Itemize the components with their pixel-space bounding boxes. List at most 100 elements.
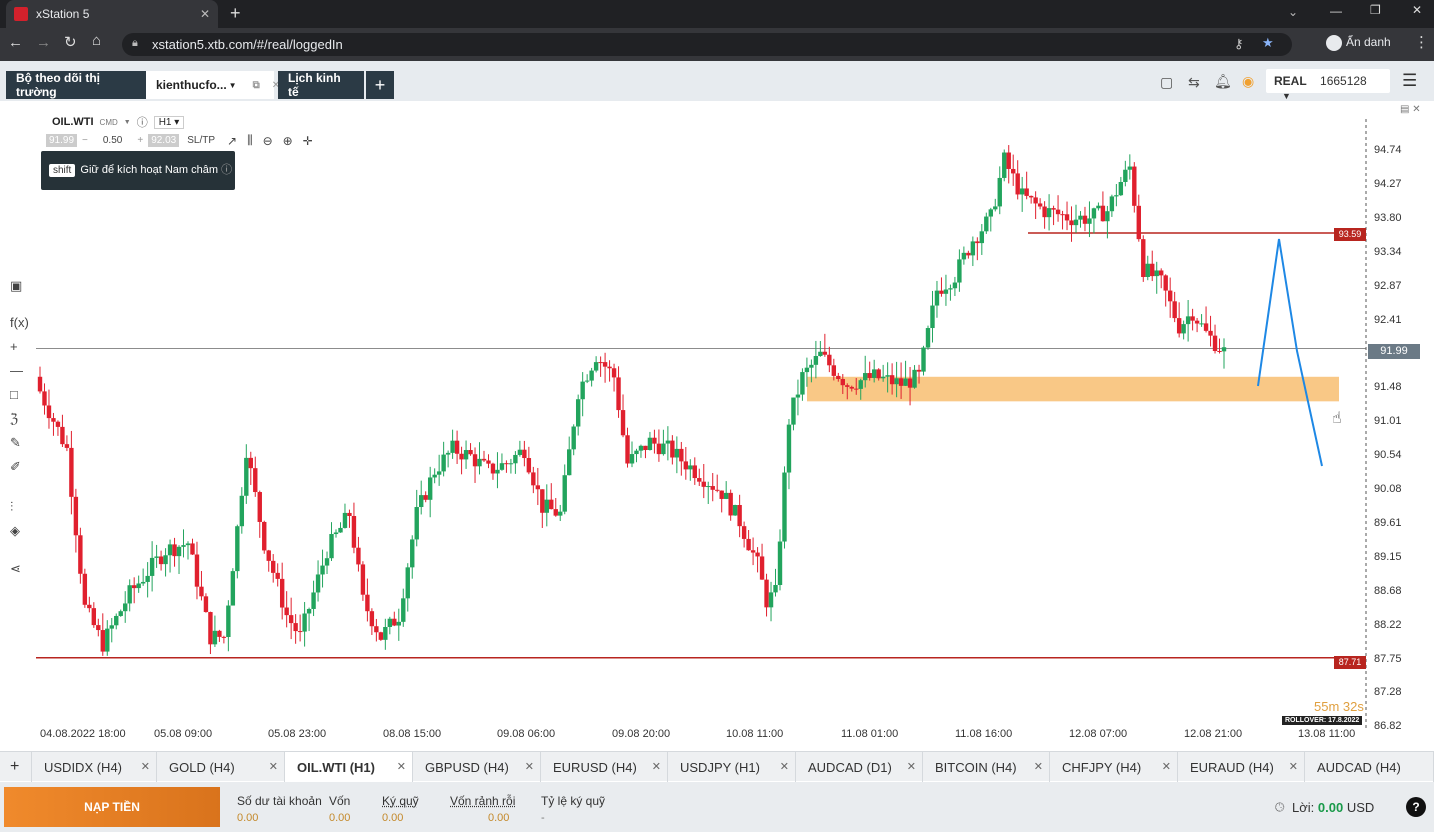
instrument-tab[interactable]: GOLD (H4) ✕ [157, 752, 285, 782]
home-icon[interactable]: ⌂ [92, 32, 101, 49]
timeframe-value: H1 [158, 116, 172, 128]
profile-chip[interactable]: Ẩn danh [1326, 35, 1391, 51]
add-tab-button[interactable]: + [366, 71, 394, 99]
close-tab-icon[interactable]: ✕ [141, 760, 150, 773]
close-tab-icon[interactable]: ✕ [1289, 760, 1298, 773]
candle-body [1114, 195, 1119, 197]
crosshair-icon[interactable]: ✛ [303, 134, 313, 148]
popout-icon[interactable]: ⧉ [253, 80, 260, 91]
forward-icon[interactable]: → [36, 34, 51, 51]
layout-icon[interactable]: ▢ [1160, 74, 1173, 91]
account-selector[interactable]: REAL 1665128 ▼ [1266, 69, 1390, 101]
candle-body [544, 499, 549, 513]
new-tab-button[interactable]: + [230, 3, 241, 24]
close-tab-icon[interactable]: ✕ [907, 760, 916, 773]
candle-body [849, 386, 854, 389]
layers-icon[interactable]: ◈ [10, 523, 20, 539]
instrument-tab[interactable]: USDIDX (H4) ✕ [32, 752, 157, 782]
sell-price-button[interactable]: 91.99 [46, 134, 78, 147]
chart-panel[interactable]: ☝ OIL.WTI CMD ▼ ⓘ H1 ▾ 91.99 − 0.50 + 92… [0, 101, 1434, 751]
close-tab-icon[interactable]: ✕ [269, 760, 278, 773]
instrument-tab-label: GOLD (H4) [169, 759, 235, 775]
instrument-tab[interactable]: EURUSD (H4) ✕ [541, 752, 668, 782]
close-tab-icon[interactable]: ✕ [1034, 760, 1043, 773]
timeframe-select[interactable]: H1 ▾ [153, 115, 185, 129]
trend-icon[interactable]: ↗ [227, 134, 237, 148]
candle-body [984, 216, 989, 232]
close-tab-icon[interactable]: ✕ [1162, 760, 1171, 773]
zoom-in-icon[interactable]: ⊕ [283, 134, 293, 148]
bookmark-star-icon[interactable]: ★ [1262, 35, 1274, 51]
candle-body [768, 592, 774, 608]
buy-price-button[interactable]: 92.03 [148, 134, 180, 147]
time-tick-label: 05.08 23:00 [268, 728, 327, 740]
panel-options-icon[interactable]: ▤ ✕ [1400, 104, 1421, 115]
symbol-label[interactable]: OIL.WTI [52, 116, 94, 128]
dropdown-caret-icon[interactable]: ▼ [229, 81, 237, 90]
candle-body [737, 504, 742, 527]
bell-icon[interactable]: 🔔︎ [1214, 73, 1232, 90]
close-window-button[interactable]: ✕ [1412, 3, 1422, 17]
candlestick-chart[interactable]: ☝ [0, 101, 1434, 751]
tab-workspace[interactable]: kienthucfo... ▼ ⧉ ✕ [146, 71, 280, 99]
line-tool-icon[interactable]: — [10, 363, 23, 378]
key-icon[interactable]: ⚷ [1234, 36, 1244, 52]
screenshot-icon[interactable]: ▣ [10, 278, 22, 294]
tab-market-watch[interactable]: Bộ theo dõi thị trường [6, 71, 146, 99]
volume-input[interactable]: 0.50 [93, 135, 132, 146]
close-tab-icon[interactable]: ✕ [525, 760, 534, 773]
instrument-tab[interactable]: AUDCAD (D1) ✕ [796, 752, 923, 782]
instrument-tab[interactable]: USDJPY (H1) ✕ [668, 752, 796, 782]
zoom-out-icon[interactable]: ⊖ [263, 134, 273, 148]
indicators-icon[interactable]: ⫼ [247, 133, 253, 148]
rectangle-tool-icon[interactable]: □ [10, 387, 18, 402]
candle-body [791, 397, 796, 425]
tab-economic-calendar[interactable]: Lịch kinh tế [278, 71, 364, 99]
instrument-tab[interactable]: GBPUSD (H4) ✕ [413, 752, 541, 782]
close-tab-icon[interactable]: ✕ [397, 760, 406, 773]
close-tab-icon[interactable]: ✕ [200, 7, 210, 21]
indicator-list-icon[interactable]: ⫶ [10, 499, 13, 515]
candle-body [1011, 168, 1016, 174]
close-tab-icon[interactable]: ✕ [780, 760, 789, 773]
deposit-button[interactable]: NẠP TIỀN [4, 787, 220, 827]
pen-tool-icon[interactable]: ✎ [10, 435, 21, 451]
volume-minus-button[interactable]: − [77, 135, 93, 146]
candle-body [302, 613, 307, 632]
address-bar[interactable]: 🔒︎ xstation5.xtb.com/#/real/loggedIn ⚷ ★ [122, 33, 1292, 56]
browser-menu-icon[interactable]: ⋮ [1414, 33, 1429, 51]
info-icon[interactable]: ⓘ [137, 114, 148, 130]
function-icon[interactable]: f(x) [10, 315, 29, 330]
close-tab-icon[interactable]: ✕ [652, 760, 661, 773]
candle-body [957, 259, 962, 283]
candle-body [773, 584, 778, 593]
reload-icon[interactable]: ↻ [64, 33, 77, 51]
candle-body [96, 625, 101, 631]
instrument-tab[interactable]: OIL.WTI (H1) ✕ [285, 752, 413, 782]
candle-body [154, 556, 159, 558]
tab-search-icon[interactable]: ⌄ [1288, 5, 1298, 19]
candle-body [105, 628, 110, 652]
restore-button[interactable]: ❐ [1370, 3, 1381, 17]
signals-icon[interactable]: ⇆ [1188, 74, 1200, 91]
add-instrument-tab-button[interactable]: + [0, 752, 32, 782]
sltp-button[interactable]: SL/TP [187, 135, 215, 146]
help-icon[interactable]: ? [1406, 797, 1426, 817]
back-icon[interactable]: ← [8, 34, 23, 51]
candle-body [149, 557, 155, 576]
minimize-button[interactable]: — [1330, 4, 1342, 18]
instrument-tab[interactable]: EURAUD (H4) ✕ [1178, 752, 1305, 782]
brush-tool-icon[interactable]: ✐ [10, 459, 21, 475]
browser-tab[interactable]: xStation 5 ✕ [6, 0, 218, 28]
instrument-tab[interactable]: BITCOIN (H4) ✕ [923, 752, 1050, 782]
current-price-label: 91.99 [1368, 344, 1420, 359]
instrument-tab[interactable]: CHFJPY (H4) ✕ [1050, 752, 1178, 782]
instrument-tab[interactable]: AUDCAD (H4) [1305, 752, 1434, 782]
cross-icon[interactable]: + [10, 339, 18, 354]
candle-body [625, 435, 630, 464]
hamburger-menu-icon[interactable]: ☰ [1402, 71, 1417, 91]
volume-plus-button[interactable]: + [132, 135, 148, 146]
share-icon[interactable]: ⋖ [10, 561, 21, 577]
fibonacci-tool-icon[interactable]: ℨ [10, 411, 18, 427]
caret-icon[interactable]: ▼ [124, 119, 131, 126]
